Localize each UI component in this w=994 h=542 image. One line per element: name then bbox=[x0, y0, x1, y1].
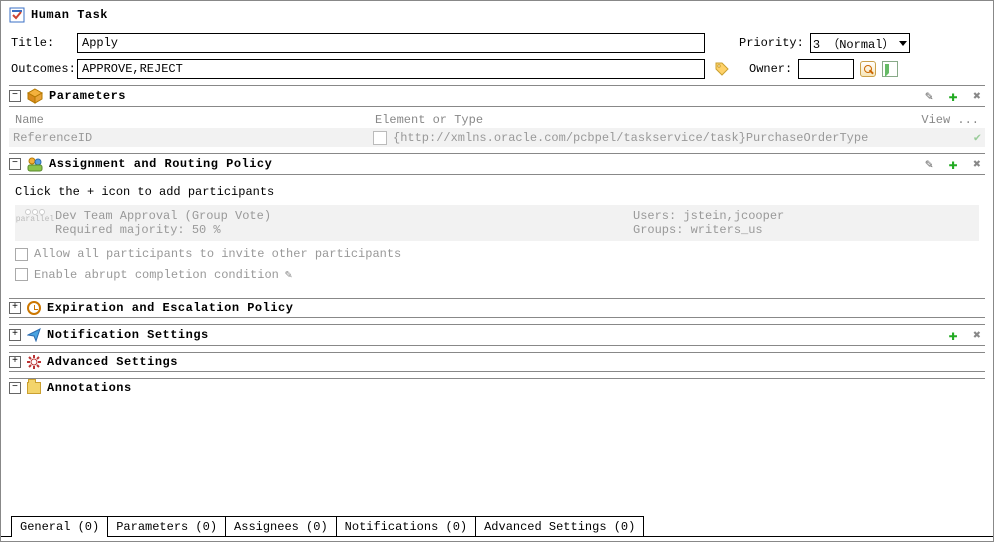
notification-title: Notification Settings bbox=[47, 328, 939, 342]
param-type: {http://xmlns.oracle.com/pcbpel/taskserv… bbox=[393, 131, 868, 145]
col-name: Name bbox=[15, 113, 375, 127]
pencil-icon[interactable]: ✎ bbox=[285, 267, 292, 282]
clock-icon bbox=[27, 301, 41, 315]
owner-input[interactable] bbox=[798, 59, 854, 79]
participant-majority: Required majority: 50 % bbox=[55, 223, 627, 237]
chevron-down-icon bbox=[899, 41, 907, 46]
owner-edit-button[interactable] bbox=[882, 61, 898, 77]
title-input[interactable] bbox=[77, 33, 705, 53]
abrupt-completion-checkbox[interactable]: Enable abrupt completion condition ✎ bbox=[15, 267, 979, 282]
param-name: ReferenceID bbox=[13, 131, 373, 145]
human-task-panel: Human Task Title: Priority: 3 （Normal） O… bbox=[0, 0, 994, 542]
tabbar-line bbox=[1, 536, 993, 537]
participant-name: Dev Team Approval (Group Vote) bbox=[55, 209, 627, 223]
delete-icon[interactable]: ✖ bbox=[969, 327, 985, 343]
annotations-section: − Annotations bbox=[9, 378, 985, 397]
add-icon[interactable]: ✚ bbox=[945, 88, 961, 104]
col-view: View ... bbox=[919, 113, 979, 127]
parameters-title: Parameters bbox=[49, 89, 915, 103]
annotation-tabs: General (0) Parameters (0) Assignees (0)… bbox=[11, 516, 643, 537]
people-icon bbox=[27, 156, 43, 172]
tab-parameters[interactable]: Parameters (0) bbox=[107, 516, 226, 537]
expand-toggle[interactable]: + bbox=[9, 329, 21, 341]
advanced-section: + Advanced Settings bbox=[9, 352, 985, 372]
parameters-section: − Parameters ✎ ✚ ✖ Name Element or Type … bbox=[9, 85, 985, 147]
col-type: Element or Type bbox=[375, 113, 919, 127]
gear-icon bbox=[27, 355, 41, 369]
edit-icon[interactable]: ✎ bbox=[921, 156, 937, 172]
tab-notifications[interactable]: Notifications (0) bbox=[336, 516, 476, 537]
panel-title: Human Task bbox=[31, 8, 108, 22]
advanced-title: Advanced Settings bbox=[47, 355, 985, 369]
checkbox-icon bbox=[15, 268, 28, 281]
participant-users: Users: jstein,jcooper bbox=[633, 209, 973, 223]
send-icon bbox=[27, 328, 41, 342]
type-icon bbox=[373, 131, 387, 145]
collapse-toggle[interactable]: − bbox=[9, 382, 21, 394]
expand-toggle[interactable]: + bbox=[9, 302, 21, 314]
add-icon[interactable]: ✚ bbox=[945, 327, 961, 343]
table-row[interactable]: ReferenceID {http://xmlns.oracle.com/pcb… bbox=[9, 128, 985, 147]
tab-general[interactable]: General (0) bbox=[11, 516, 108, 537]
title-label: Title: bbox=[11, 36, 71, 50]
outcomes-row: Outcomes: Owner: bbox=[11, 59, 983, 79]
title-row: Title: Priority: 3 （Normal） bbox=[11, 33, 983, 53]
collapse-toggle[interactable]: − bbox=[9, 90, 21, 102]
add-icon[interactable]: ✚ bbox=[945, 156, 961, 172]
priority-select[interactable]: 3 （Normal） bbox=[810, 33, 910, 53]
outcomes-input[interactable] bbox=[77, 59, 705, 79]
participant-row[interactable]: parallel Dev Team Approval (Group Vote) … bbox=[15, 205, 979, 241]
assignment-title: Assignment and Routing Policy bbox=[49, 157, 915, 171]
delete-icon[interactable]: ✖ bbox=[969, 88, 985, 104]
participant-groups: Groups: writers_us bbox=[633, 223, 973, 237]
participants-hint: Click the + icon to add participants bbox=[15, 185, 979, 199]
allow-invite-checkbox[interactable]: Allow all participants to invite other p… bbox=[15, 247, 979, 261]
edit-icon[interactable]: ✎ bbox=[921, 88, 937, 104]
annotations-title: Annotations bbox=[47, 381, 985, 395]
tab-advanced[interactable]: Advanced Settings (0) bbox=[475, 516, 644, 537]
outcomes-label: Outcomes: bbox=[11, 62, 71, 76]
box-icon bbox=[27, 88, 43, 104]
expiration-title: Expiration and Escalation Policy bbox=[47, 301, 985, 315]
tab-assignees[interactable]: Assignees (0) bbox=[225, 516, 337, 537]
expiration-section: + Expiration and Escalation Policy bbox=[9, 298, 985, 318]
priority-label: Priority: bbox=[739, 36, 804, 50]
owner-label: Owner: bbox=[749, 62, 792, 76]
notification-section: + Notification Settings ✚ ✖ bbox=[9, 324, 985, 346]
collapse-toggle[interactable]: − bbox=[9, 158, 21, 170]
parameters-table-header: Name Element or Type View ... bbox=[11, 113, 983, 127]
priority-value: 3 （Normal） bbox=[813, 35, 895, 52]
parallel-icon: parallel bbox=[21, 209, 49, 237]
folder-icon bbox=[27, 382, 41, 394]
assignment-section: − Assignment and Routing Policy ✎ ✚ ✖ Cl… bbox=[9, 153, 985, 292]
view-check-icon: ✔ bbox=[921, 130, 981, 145]
task-icon bbox=[9, 7, 25, 23]
panel-header: Human Task bbox=[9, 7, 985, 23]
checkbox-icon bbox=[15, 248, 28, 261]
expand-toggle[interactable]: + bbox=[9, 356, 21, 368]
tag-icon[interactable] bbox=[715, 62, 729, 76]
owner-browse-button[interactable] bbox=[860, 61, 876, 77]
delete-icon[interactable]: ✖ bbox=[969, 156, 985, 172]
